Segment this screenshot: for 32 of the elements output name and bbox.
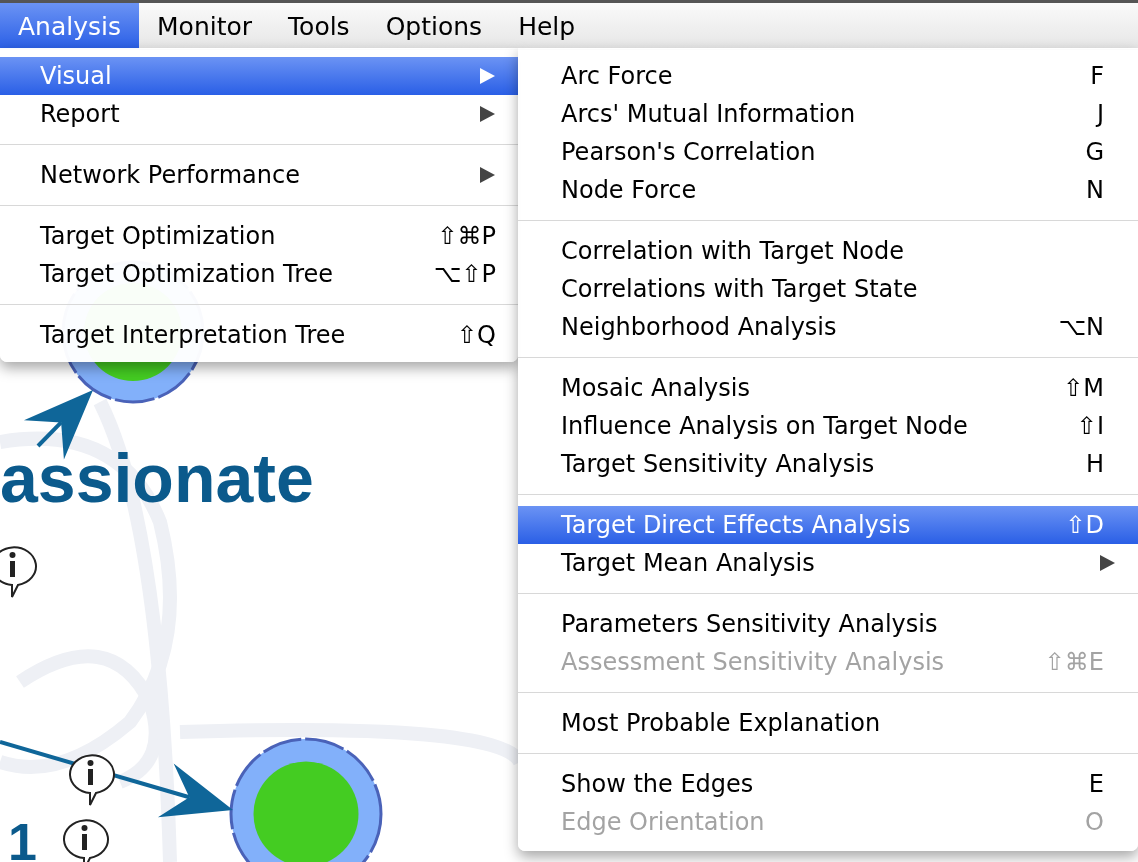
info-icon	[69, 754, 115, 806]
info-icon	[63, 819, 109, 862]
menu-item[interactable]: Visual	[0, 57, 518, 95]
node-icon	[229, 737, 383, 862]
menu-item[interactable]: Node Force N	[518, 171, 1138, 209]
menu-bar-item[interactable]: Help	[500, 3, 594, 49]
info-icon	[0, 546, 37, 598]
menu-bar-item[interactable]: Options	[367, 3, 501, 49]
menu-item[interactable]: Pearson's Correlation G	[518, 133, 1138, 171]
menu-item[interactable]: Influence Analysis on Target Node ⇧I	[518, 407, 1138, 445]
menu-item[interactable]: Neighborhood Analysis ⌥N	[518, 308, 1138, 346]
menu-item[interactable]: Show the Edges E	[518, 765, 1138, 803]
menu-item[interactable]: Arcs' Mutual Information J	[518, 95, 1138, 133]
menu-item[interactable]: Parameters Sensitivity Analysis	[518, 605, 1138, 643]
menu-item[interactable]: Correlations with Target State	[518, 270, 1138, 308]
menu-item[interactable]: Network Performance	[0, 156, 518, 194]
menu-bar-item[interactable]: Analysis	[0, 3, 139, 49]
menu-item[interactable]: Target Sensitivity Analysis H	[518, 445, 1138, 483]
menu-item[interactable]: Target Mean Analysis	[518, 544, 1138, 582]
menu-item[interactable]: Correlation with Target Node	[518, 232, 1138, 270]
menu-item[interactable]: Target Interpretation Tree ⇧Q	[0, 316, 518, 354]
menu-item[interactable]: Mosaic Analysis ⇧M	[518, 369, 1138, 407]
menu-item[interactable]: Arc Force F	[518, 57, 1138, 95]
menu-item[interactable]: Report	[0, 95, 518, 133]
menu-item[interactable]: Target Optimization ⇧⌘P	[0, 217, 518, 255]
menu-item[interactable]: Most Probable Explanation	[518, 704, 1138, 742]
menu-bar-item[interactable]: Tools	[270, 3, 368, 49]
menu-item[interactable]: Target Optimization Tree ⌥⇧P	[0, 255, 518, 293]
node-title: assionate	[0, 440, 314, 516]
menu-item[interactable]: Target Direct Effects Analysis ⇧D	[518, 506, 1138, 544]
node-title: 1	[8, 813, 37, 862]
menu-bar-item[interactable]: Monitor	[139, 3, 271, 49]
